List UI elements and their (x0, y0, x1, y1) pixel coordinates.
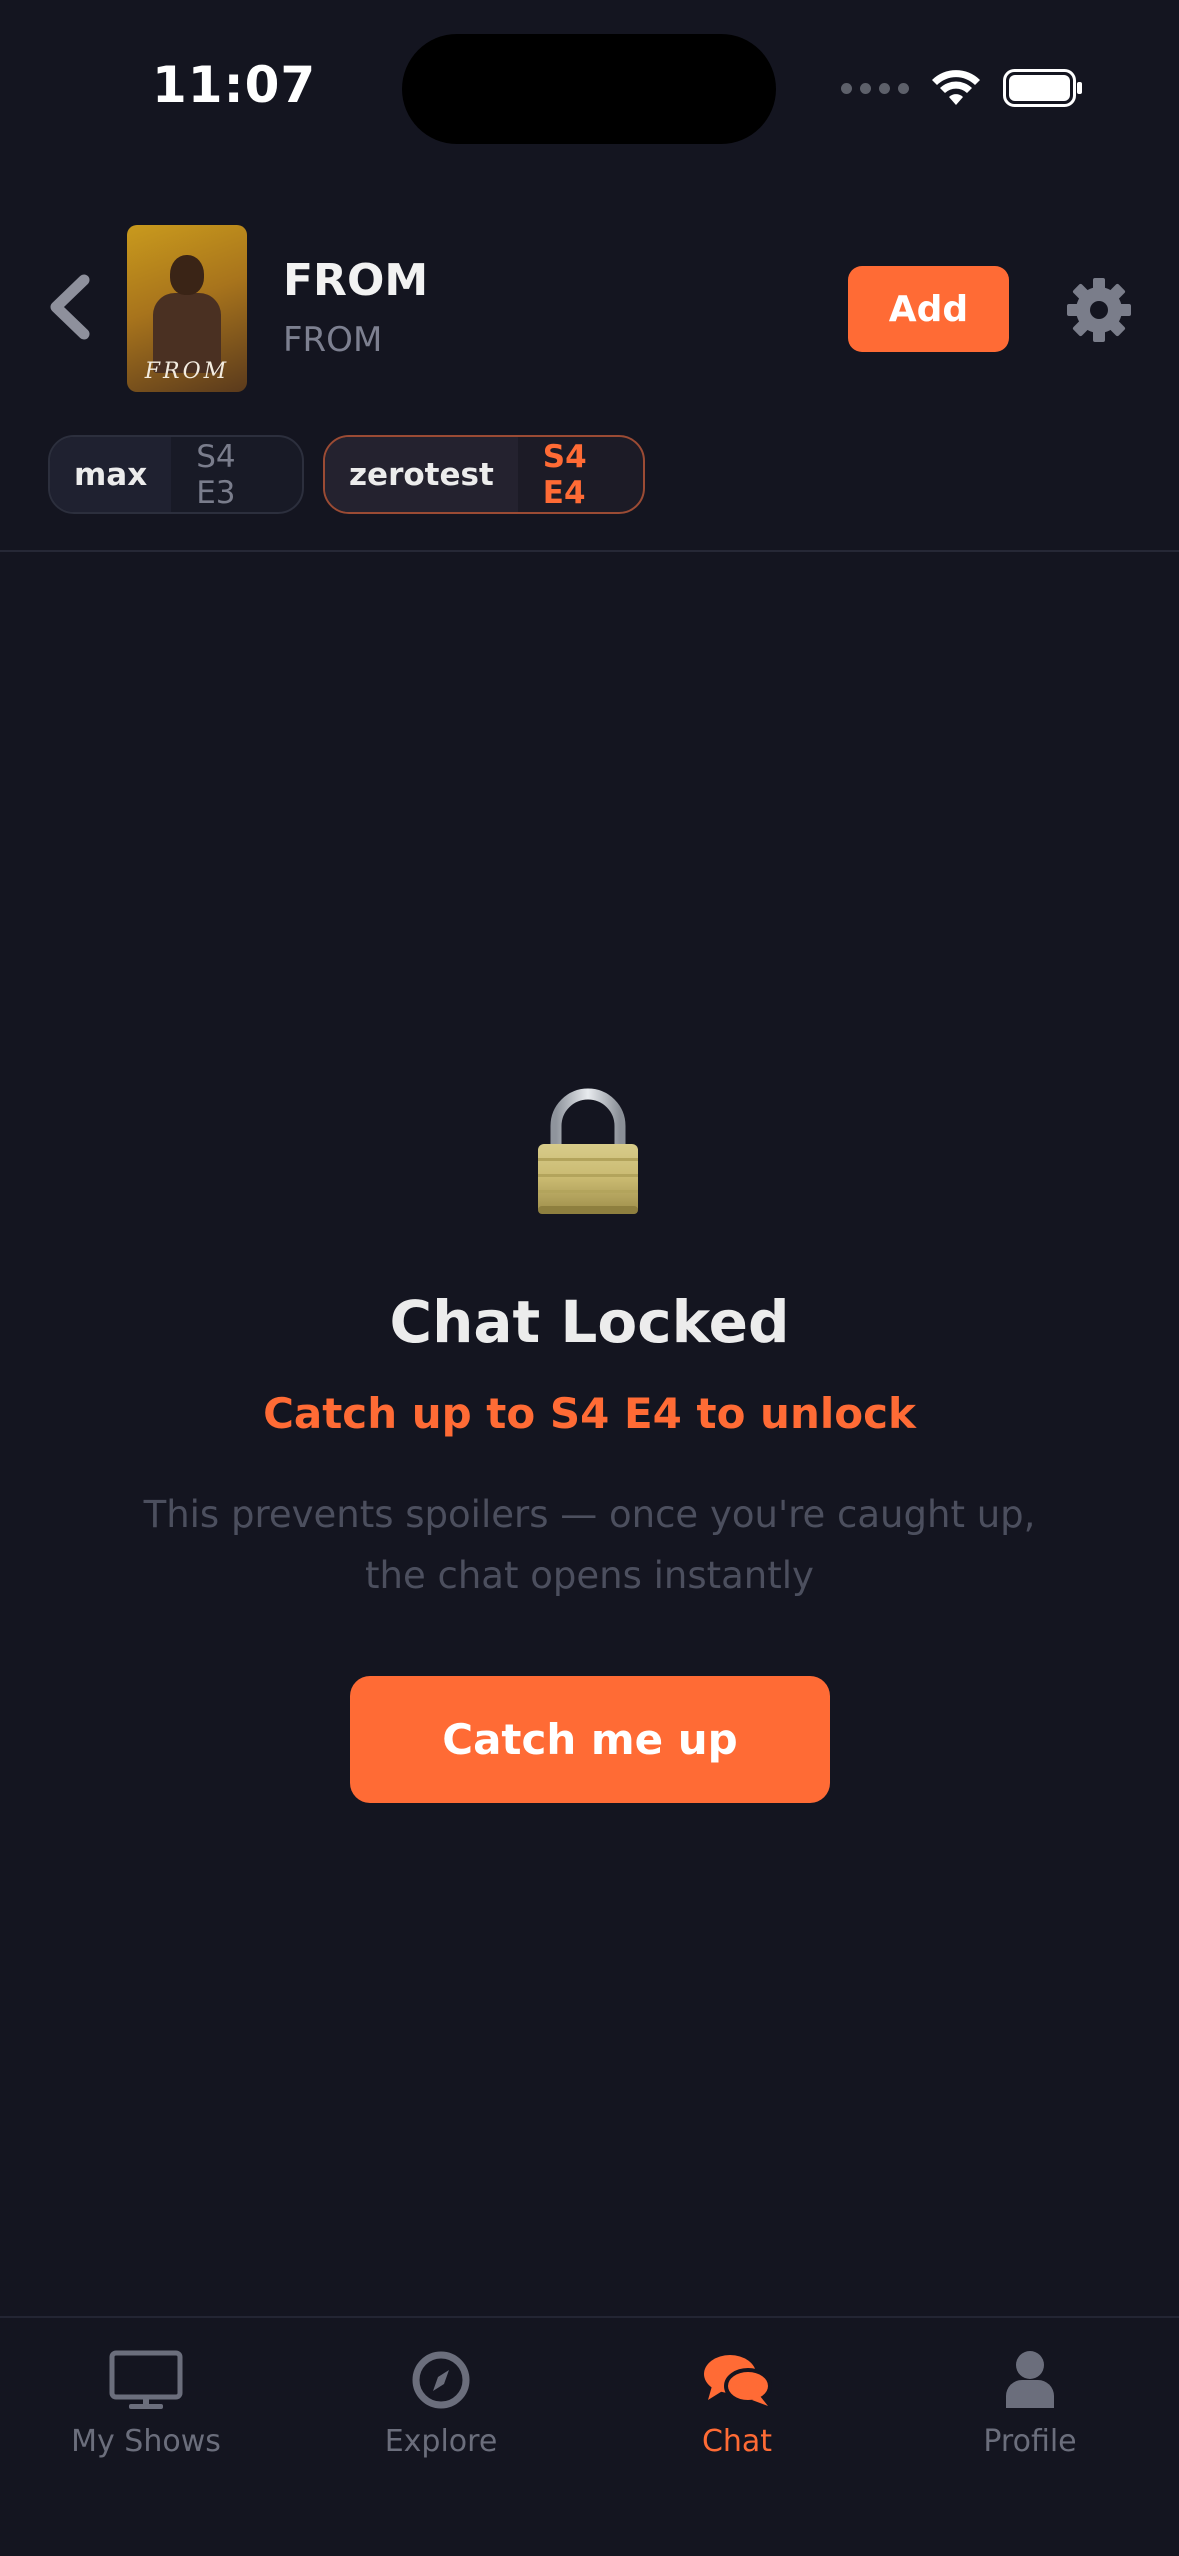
catch-me-up-button[interactable]: Catch me up (350, 1676, 830, 1803)
participant-name: zerotest (325, 437, 518, 512)
spoiler-explanation: This prevents spoilers — once you're cau… (143, 1493, 1036, 1597)
status-icons (841, 60, 1083, 116)
tab-my-shows[interactable]: My Shows (26, 2348, 266, 2478)
back-chevron-icon[interactable] (42, 270, 100, 344)
compass-icon (412, 2351, 470, 2409)
chat-screen: 11:07 FROM FROM FROM Add max S4 E3 zerot… (0, 0, 1179, 2556)
tab-label: My Shows (71, 2424, 221, 2459)
unlock-requirement: Catch up to S4 E4 to unlock (263, 1389, 916, 1438)
tab-label: Profile (983, 2424, 1077, 2459)
participant-episode: S4 E4 (542, 438, 587, 511)
person-icon (1006, 2351, 1054, 2408)
chat-locked-title: Chat Locked (389, 1288, 790, 1356)
show-poster[interactable]: FROM (127, 225, 247, 392)
tab-profile[interactable]: Profile (910, 2348, 1150, 2478)
tab-label: Chat (701, 2424, 773, 2459)
add-button[interactable]: Add (848, 266, 1009, 352)
participant-chip-zerotest[interactable]: zerotest S4 E4 (323, 435, 645, 514)
header-divider (0, 550, 1179, 552)
show-subtitle: FROM (283, 320, 383, 360)
chat-bubbles-icon (704, 2355, 772, 2406)
participant-chip-max[interactable]: max S4 E3 (48, 435, 304, 514)
wifi-icon (932, 70, 980, 105)
tab-chat[interactable]: Chat (617, 2348, 857, 2478)
participant-episode: S4 E3 (196, 438, 236, 511)
tab-label: Explore (384, 2424, 498, 2459)
participant-name: max (50, 437, 172, 512)
dynamic-island (402, 34, 776, 144)
tab-bar: My Shows Explore Chat Profile (0, 2316, 1179, 2556)
cellular-signal-icon (841, 82, 909, 94)
battery-icon (1003, 69, 1082, 107)
gear-icon[interactable] (1066, 277, 1132, 343)
tv-icon (109, 2350, 183, 2409)
status-time: 11:07 (152, 56, 317, 114)
tab-explore[interactable]: Explore (321, 2348, 561, 2478)
show-title: FROM (283, 255, 429, 306)
poster-title: FROM (144, 359, 230, 384)
padlock-icon (538, 1088, 638, 1214)
